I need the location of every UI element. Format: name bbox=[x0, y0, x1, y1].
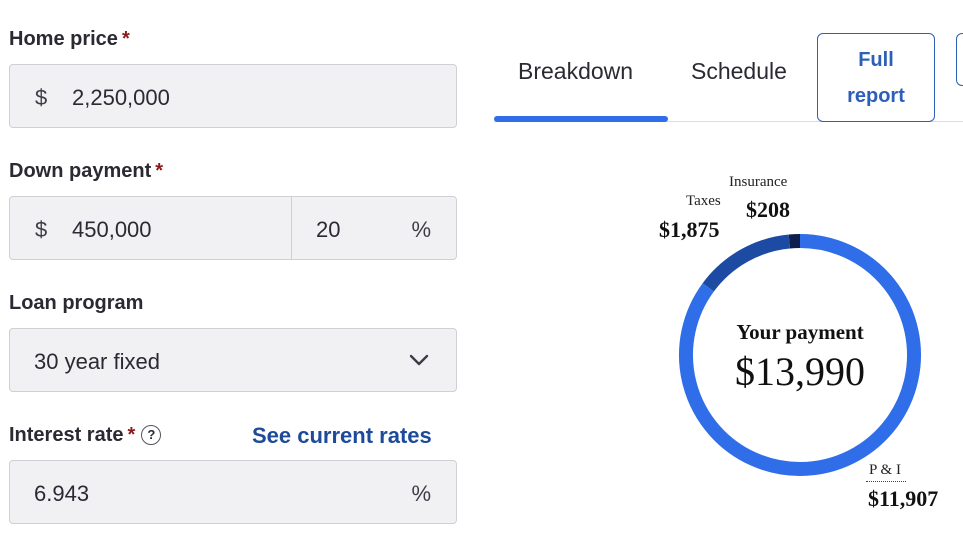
chevron-down-icon bbox=[409, 354, 429, 366]
insurance-label: Insurance bbox=[729, 174, 788, 190]
full-report-button[interactable]: Full report bbox=[817, 33, 935, 122]
down-payment-percent-value[interactable]: 20 bbox=[316, 217, 340, 243]
pi-amount: $11,907 bbox=[868, 486, 939, 511]
percent-suffix: % bbox=[411, 481, 431, 506]
pi-label: P & I bbox=[869, 462, 901, 478]
see-current-rates-link[interactable]: See current rates bbox=[252, 423, 432, 449]
tab-breakdown[interactable]: Breakdown bbox=[518, 58, 633, 85]
down-payment-input[interactable]: $ 450,000 20 % bbox=[9, 196, 457, 260]
home-price-label: Home price * bbox=[9, 28, 130, 51]
field-divider bbox=[291, 197, 292, 259]
taxes-label: Taxes bbox=[686, 193, 721, 209]
required-mark: * bbox=[121, 28, 130, 50]
payment-title: Your payment bbox=[736, 320, 864, 344]
interest-rate-label-text: Interest rate bbox=[9, 424, 124, 446]
interest-rate-value[interactable]: 6.943 bbox=[34, 481, 89, 507]
currency-prefix: $ bbox=[35, 217, 48, 242]
loan-program-label: Loan program bbox=[9, 292, 144, 314]
loan-program-value: 30 year fixed bbox=[34, 349, 160, 374]
donut-segment-taxes bbox=[702, 234, 791, 292]
percent-suffix: % bbox=[411, 217, 431, 242]
active-tab-indicator bbox=[494, 116, 668, 122]
partial-button[interactable] bbox=[956, 33, 963, 86]
required-mark: * bbox=[127, 424, 136, 446]
down-payment-label: Down payment * bbox=[9, 160, 163, 183]
full-report-line2: report bbox=[847, 85, 905, 107]
payment-total: $13,990 bbox=[735, 349, 865, 394]
home-price-input[interactable]: $ 2,250,000 bbox=[9, 64, 457, 128]
currency-prefix: $ bbox=[35, 85, 48, 110]
down-payment-value[interactable]: 450,000 bbox=[72, 217, 152, 243]
interest-rate-input[interactable]: 6.943 % bbox=[9, 460, 457, 524]
loan-program-select[interactable]: 30 year fixed bbox=[9, 328, 457, 392]
required-mark: * bbox=[155, 160, 164, 182]
help-icon[interactable]: ? bbox=[141, 425, 162, 445]
pi-dotted-line bbox=[866, 481, 906, 482]
home-price-label-text: Home price bbox=[9, 28, 118, 50]
interest-rate-label: Interest rate *? bbox=[9, 424, 162, 447]
down-payment-label-text: Down payment bbox=[9, 160, 152, 182]
tab-schedule[interactable]: Schedule bbox=[691, 58, 787, 85]
insurance-amount: $208 bbox=[746, 197, 790, 222]
full-report-line1: Full bbox=[858, 49, 894, 71]
taxes-amount: $1,875 bbox=[659, 217, 720, 242]
home-price-value[interactable]: 2,250,000 bbox=[72, 85, 170, 111]
